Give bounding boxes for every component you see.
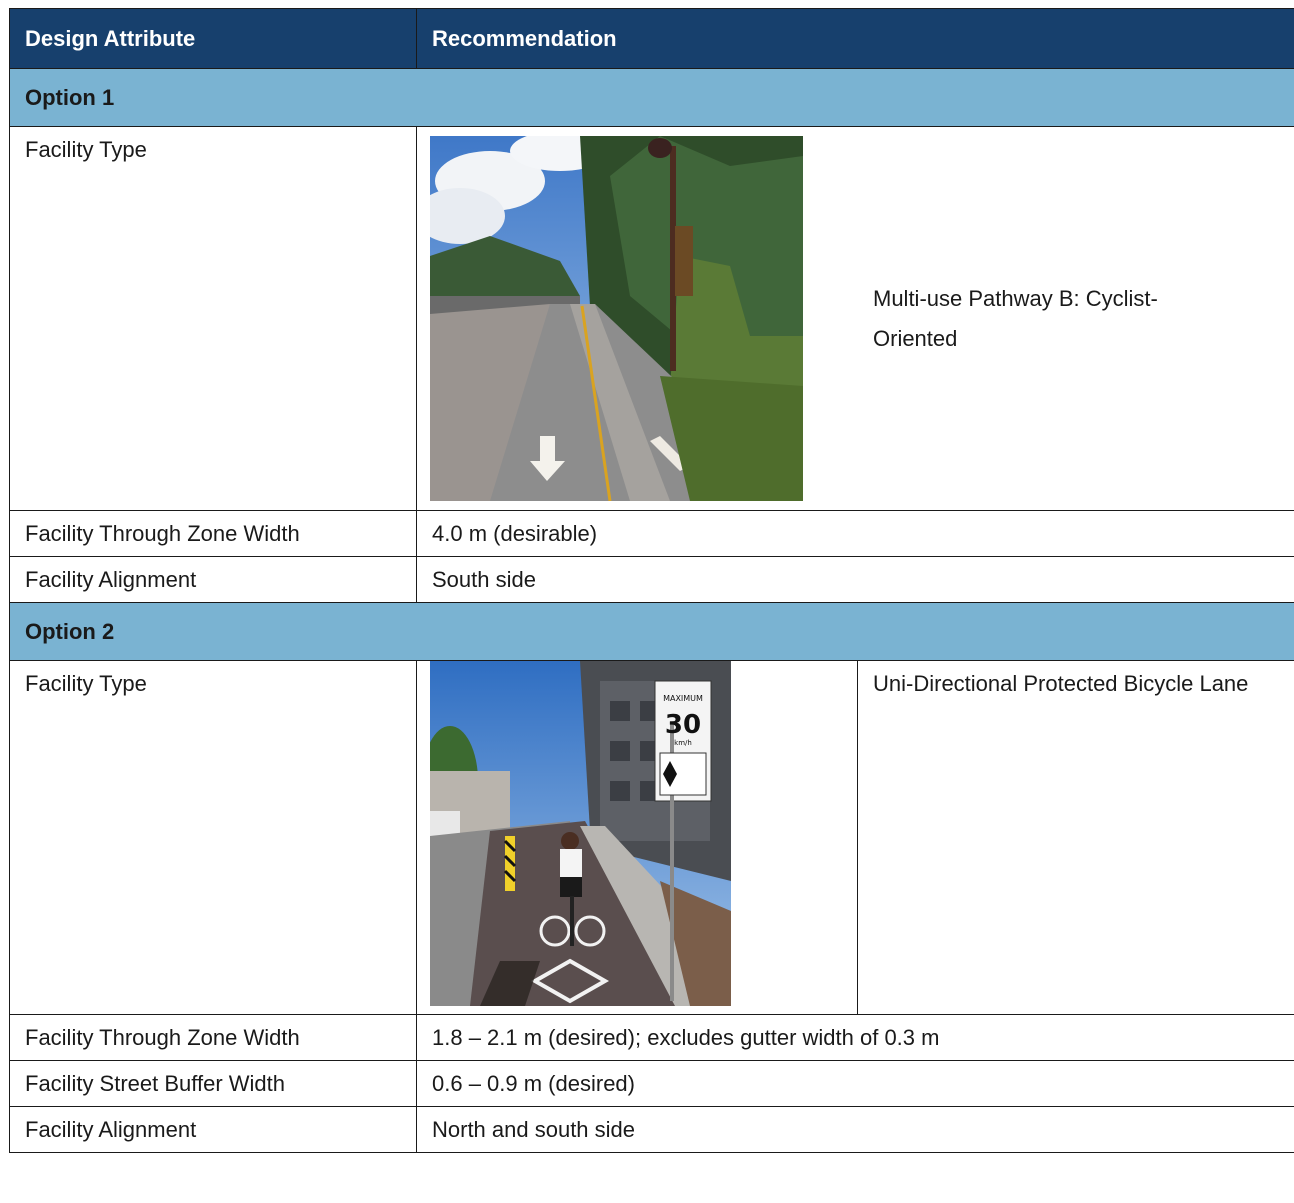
protected-bike-lane-photo: MAXIMUM 30 km/h: [430, 661, 731, 1006]
option-1-facility-type-cell: Multi-use Pathway B: Cyclist-Oriented: [416, 126, 1294, 511]
multi-use-pathway-photo: [430, 136, 803, 501]
option-2-facility-type-label: Facility Type: [9, 660, 417, 1015]
option-1-alignment-label: Facility Alignment: [9, 556, 417, 603]
sign-speed-text: 30: [665, 710, 701, 740]
sign-maximum-text: MAXIMUM: [663, 694, 703, 703]
header-design-attribute: Design Attribute: [9, 8, 417, 69]
option-1-heading: Option 1: [9, 68, 1294, 127]
option-1-through-zone-value: 4.0 m (desirable): [416, 510, 1294, 557]
option-2-through-zone-value: 1.8 – 2.1 m (desired); excludes gutter w…: [416, 1014, 1294, 1061]
option-2-alignment-value: North and south side: [416, 1106, 1294, 1153]
option-2-facility-type-value: Uni-Directional Protected Bicycle Lane: [857, 660, 1294, 1015]
option-2-heading: Option 2: [9, 602, 1294, 661]
option-1-facility-type-label: Facility Type: [9, 126, 417, 511]
header-recommendation: Recommendation: [416, 8, 1294, 69]
option-2-through-zone-label: Facility Through Zone Width: [9, 1014, 417, 1061]
sign-unit-text: km/h: [674, 739, 692, 747]
design-attribute-table: Design Attribute Recommendation Option 1…: [9, 8, 1294, 1153]
option-2-photo-cell: MAXIMUM 30 km/h: [416, 660, 858, 1015]
option-2-buffer-label: Facility Street Buffer Width: [9, 1060, 417, 1107]
option-1-alignment-value: South side: [416, 556, 1294, 603]
option-2-buffer-value: 0.6 – 0.9 m (desired): [416, 1060, 1294, 1107]
option-2-alignment-label: Facility Alignment: [9, 1106, 417, 1153]
option-1-through-zone-label: Facility Through Zone Width: [9, 510, 417, 557]
option-1-facility-type-value: Multi-use Pathway B: Cyclist-Oriented: [873, 285, 1158, 351]
